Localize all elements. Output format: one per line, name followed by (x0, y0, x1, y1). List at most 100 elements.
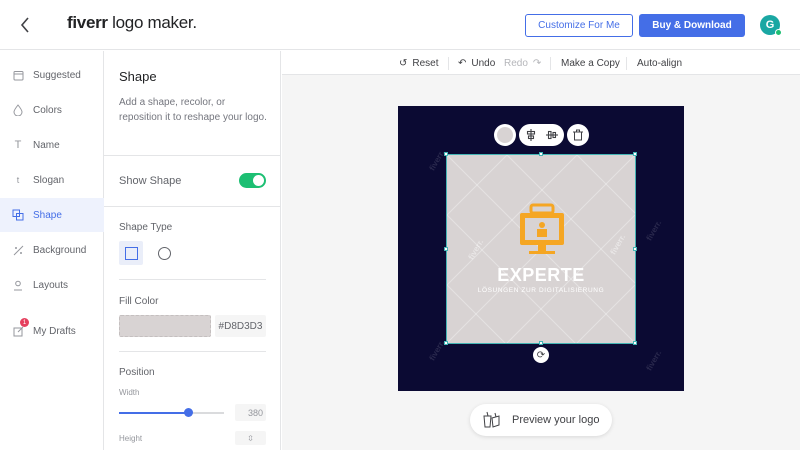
toggle-knob (253, 175, 264, 186)
shape-type-square-button[interactable] (119, 241, 143, 265)
width-slider-fill (119, 412, 189, 414)
align-vertical-icon[interactable] (526, 129, 536, 141)
monitor-briefcase-icon (520, 203, 564, 254)
back-arrow-icon[interactable] (14, 13, 36, 37)
align-controls (519, 124, 564, 146)
fill-color-label: Fill Color (119, 296, 159, 307)
sidebar-nav: Suggested Colors T Name t Slogan Shape B… (0, 51, 104, 450)
resize-handle-top[interactable] (539, 152, 543, 156)
show-shape-label: Show Shape (119, 175, 182, 187)
canvas-area: ↺ Reset ↶ Undo Redo ↷ Make a Copy Auto-alig… (282, 51, 800, 450)
resize-handle-bottom-right[interactable] (633, 341, 637, 345)
sidebar-item-label: Slogan (33, 174, 65, 186)
separator (448, 57, 449, 70)
sidebar-item-label: Colors (33, 104, 62, 116)
delete-shape-button[interactable] (567, 124, 589, 146)
redo-label: Redo (504, 57, 528, 69)
sidebar-item-suggested[interactable]: Suggested (0, 58, 104, 92)
watermark: fiverr. (644, 348, 664, 373)
person-icon (12, 279, 24, 291)
sidebar-item-label: Name (33, 139, 60, 151)
width-label: Width (119, 388, 140, 397)
square-shape-icon (124, 246, 138, 260)
width-value-input[interactable]: 380 (235, 404, 266, 421)
resize-handle-bottom[interactable] (539, 341, 543, 345)
sidebar-item-label: Suggested (33, 69, 81, 81)
position-label: Position (119, 367, 155, 378)
align-horizontal-icon[interactable] (546, 130, 558, 140)
customize-for-me-button[interactable]: Customize For Me (525, 14, 633, 37)
shape-type-circle-button[interactable] (152, 241, 176, 265)
avatar[interactable]: G (760, 15, 782, 36)
logo-brand: fiverr (67, 13, 108, 32)
undo-icon: ↶ (458, 57, 467, 69)
height-value-input[interactable]: ⇳ (235, 431, 266, 445)
reset-label: Reset (412, 57, 439, 69)
text-icon: T (14, 139, 22, 151)
undo-label: Undo (471, 57, 496, 69)
fiverr-logo-maker-logo[interactable]: fiverr logo maker. (67, 13, 197, 33)
divider (104, 206, 280, 207)
auto-align-button[interactable]: Auto-align (637, 51, 682, 75)
calendar-icon (12, 69, 24, 81)
rotate-handle-icon[interactable]: ⟳ (533, 347, 549, 363)
resize-handle-bottom-left[interactable] (444, 341, 448, 345)
show-shape-toggle[interactable] (239, 173, 266, 188)
undo-button[interactable]: ↶ Undo (458, 51, 495, 75)
panel-description: Add a shape, recolor, or reposition it t… (119, 97, 267, 123)
sidebar-item-layouts[interactable]: Layouts (0, 268, 104, 302)
resize-handle-top-right[interactable] (633, 152, 637, 156)
top-header: fiverr logo maker. Customize For Me Buy … (0, 0, 800, 50)
width-slider[interactable] (119, 408, 224, 417)
shape-color-button[interactable] (494, 124, 516, 146)
watermark: fiverr. (644, 218, 664, 243)
shape-icon (12, 209, 24, 221)
redo-icon: ↷ (532, 57, 542, 69)
avatar-initial: G (765, 19, 775, 31)
buy-download-button[interactable]: Buy & Download (639, 14, 745, 37)
droplet-icon (12, 104, 24, 116)
sidebar-item-background[interactable]: Background (0, 233, 104, 267)
redo-button[interactable]: Redo ↷ (504, 51, 541, 75)
resize-handle-top-left[interactable] (444, 152, 448, 156)
logo-slogan-text[interactable]: LÖSUNGEN ZUR DIGITALISIERUNG (447, 287, 635, 294)
width-slider-handle[interactable] (184, 408, 194, 417)
selected-shape[interactable]: fiverr. fiverr. EXPERTE LÖSUNGEN ZUR DIG… (444, 152, 637, 345)
fill-color-swatch[interactable] (119, 315, 211, 337)
sidebar-item-label: Background (33, 244, 87, 256)
divider (104, 155, 280, 156)
small-text-icon: t (16, 175, 20, 185)
sidebar-item-label: My Drafts (33, 325, 76, 337)
color-swatch (497, 127, 513, 143)
canvas-toolbar: ↺ Reset ↶ Undo Redo ↷ Make a Copy Auto-alig… (282, 51, 800, 75)
shape-properties-panel: Shape Add a shape, recolor, or repositio… (104, 51, 281, 450)
separator (626, 57, 627, 70)
make-a-copy-button[interactable]: Make a Copy (561, 51, 620, 75)
preview-your-logo-button[interactable]: Preview your logo (470, 404, 612, 436)
sidebar-item-label: Shape (33, 209, 62, 221)
reset-icon: ↺ (399, 57, 408, 69)
sidebar-item-shape[interactable]: Shape (0, 198, 104, 232)
resize-handle-left[interactable] (444, 247, 448, 251)
height-label: Height (119, 434, 143, 443)
stepper-icon: ⇳ (247, 433, 254, 443)
slash-pattern-icon (12, 244, 24, 256)
sidebar-item-name[interactable]: T Name (0, 128, 104, 162)
resize-handle-right[interactable] (633, 247, 637, 251)
reset-button[interactable]: ↺ Reset (399, 51, 439, 75)
sidebar-item-slogan[interactable]: t Slogan (0, 163, 104, 197)
sidebar-item-colors[interactable]: Colors (0, 93, 104, 127)
separator (550, 57, 551, 70)
drafts-count-badge: 1 (20, 318, 29, 327)
trash-icon (573, 129, 583, 141)
divider (119, 279, 266, 280)
fill-color-hex-input[interactable]: #D8D3D3 (215, 315, 266, 337)
circle-shape-icon (157, 246, 171, 260)
sidebar-item-my-drafts[interactable]: 1 My Drafts (0, 314, 104, 348)
online-status-dot (775, 29, 782, 36)
divider (119, 351, 266, 352)
preview-cups-icon (483, 411, 500, 428)
logo-title-text[interactable]: EXPERTE (447, 265, 635, 286)
panel-title: Shape (119, 69, 157, 84)
shape-type-label: Shape Type (119, 222, 173, 233)
